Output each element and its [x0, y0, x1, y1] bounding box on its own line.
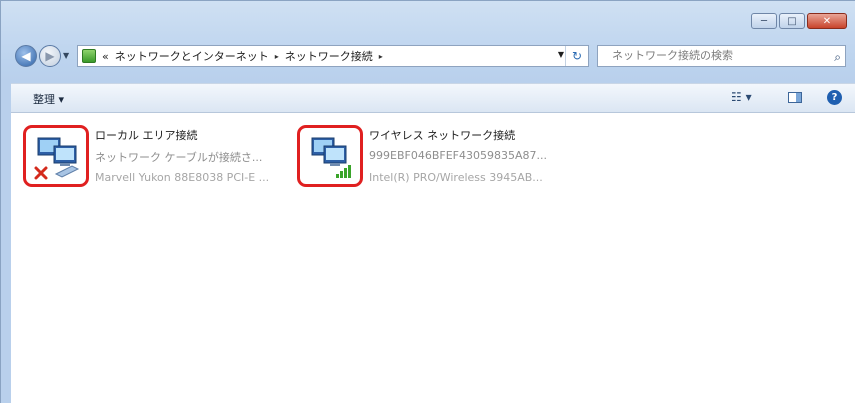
- connection-status: ネットワーク ケーブルが接続さ...: [95, 151, 263, 164]
- connection-status: 999EBF046BFEF43059835A87...: [369, 149, 547, 162]
- wireless-connected-icon: [311, 137, 351, 178]
- forward-button[interactable]: ▶: [39, 45, 61, 67]
- minimize-button[interactable]: ─: [751, 13, 777, 29]
- network-folder-icon: [82, 49, 96, 63]
- breadcrumb-network-internet[interactable]: ネットワークとインターネット: [115, 48, 269, 64]
- recent-pages-dropdown[interactable]: ▼: [63, 51, 69, 60]
- maximize-button[interactable]: □: [779, 13, 805, 29]
- connection-device: Intel(R) PRO/Wireless 3945AB...: [369, 171, 543, 184]
- search-icon[interactable]: ⌕: [834, 47, 841, 67]
- search-input[interactable]: ネットワーク接続の検索 ⌕: [597, 45, 846, 67]
- command-bar: 整理 ▾ ☷ ▾ ?: [11, 83, 855, 113]
- address-prefix[interactable]: «: [102, 50, 109, 63]
- refresh-button[interactable]: ↻: [565, 46, 588, 66]
- preview-pane-icon[interactable]: [788, 92, 802, 103]
- connection-device: Marvell Yukon 88E8038 PCI-E ...: [95, 171, 270, 184]
- connections-list: ローカル エリア接続 ネットワーク ケーブルが接続さ... Marvell Yu…: [11, 113, 855, 404]
- address-dropdown-icon[interactable]: ▼: [558, 50, 564, 59]
- connection-name: ワイヤレス ネットワーク接続: [369, 129, 516, 142]
- window-frame: ─ □ ✕ ◀ ▶ ▼ « ネットワークとインターネット ▸ ネットワーク接続 …: [0, 0, 855, 404]
- breadcrumb-network-connections[interactable]: ネットワーク接続: [285, 48, 373, 64]
- close-button[interactable]: ✕: [807, 13, 847, 29]
- wired-disconnected-icon: [34, 137, 80, 180]
- breadcrumb-separator-icon[interactable]: ▸: [275, 52, 279, 61]
- change-view-button[interactable]: ☷ ▾: [731, 90, 752, 104]
- highlight-box: [297, 125, 363, 187]
- highlight-box: [23, 125, 89, 187]
- navigation-bar: ◀ ▶ ▼ « ネットワークとインターネット ▸ ネットワーク接続 ▸ ▼ ↻ …: [15, 43, 846, 71]
- search-placeholder: ネットワーク接続の検索: [612, 49, 733, 62]
- breadcrumb-separator-icon[interactable]: ▸: [379, 52, 383, 61]
- organize-menu-button[interactable]: 整理 ▾: [33, 91, 64, 107]
- caption-buttons: ─ □ ✕: [751, 13, 847, 29]
- address-bar[interactable]: « ネットワークとインターネット ▸ ネットワーク接続 ▸ ▼ ↻: [77, 45, 589, 67]
- back-button[interactable]: ◀: [15, 45, 37, 67]
- help-button[interactable]: ?: [827, 90, 842, 105]
- connection-name: ローカル エリア接続: [95, 129, 198, 142]
